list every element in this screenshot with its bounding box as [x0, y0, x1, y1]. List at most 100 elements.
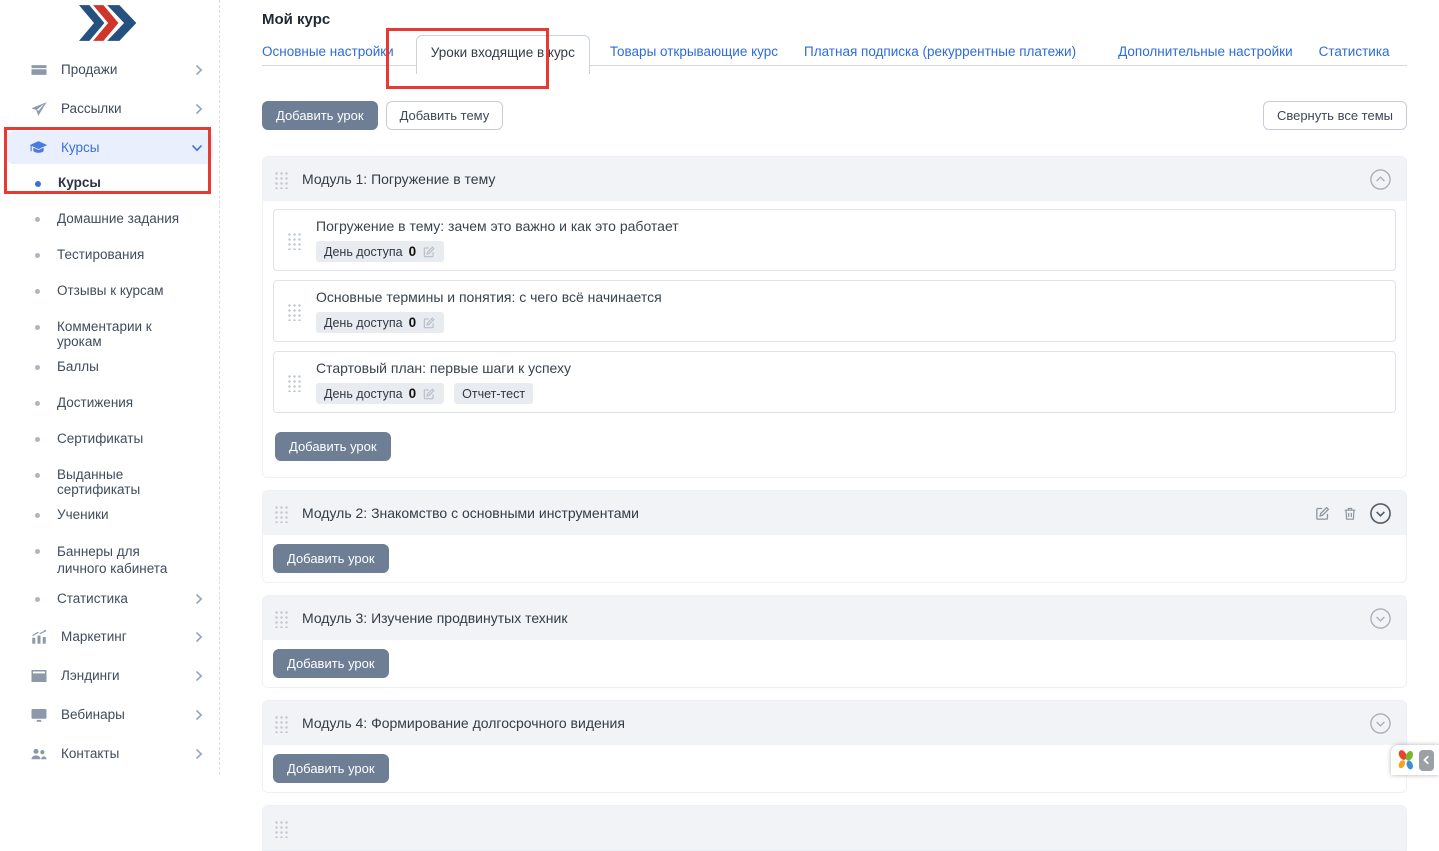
sidebar-item-label: Маркетинг [61, 629, 127, 644]
bar-chart-icon [29, 627, 48, 646]
bullet-dot-icon [35, 473, 40, 478]
sidebar-item-sales[interactable]: Продажи [0, 50, 219, 89]
sidebar-subitem-label: Ученики [57, 507, 109, 522]
sidebar-subitem-statistics[interactable]: Статистика [0, 581, 219, 617]
drag-handle-icon[interactable] [273, 503, 290, 523]
collapse-module-icon[interactable] [1369, 168, 1392, 191]
sidebar-item-label: Продажи [61, 62, 118, 77]
module-1: Модуль 1: Погружение в тему Погружение в… [262, 156, 1407, 478]
sidebar-item-mailings[interactable]: Рассылки [0, 89, 219, 128]
chevron-right-icon [195, 709, 203, 721]
tab-course-lessons[interactable]: Уроки входящие в курс [415, 35, 590, 74]
add-lesson-button[interactable]: Добавить урок [273, 544, 389, 573]
sidebar-item-label: Рассылки [61, 101, 122, 116]
browser-extension-widget[interactable] [1391, 745, 1439, 775]
expand-module-icon[interactable] [1369, 502, 1392, 525]
access-day-value: 0 [408, 386, 417, 401]
sidebar-item-webinars[interactable]: Вебинары [0, 695, 219, 734]
module-2-body: Добавить урок [263, 535, 1406, 582]
collapse-all-themes-button[interactable]: Свернуть все темы [1262, 101, 1407, 130]
module-3: Модуль 3: Изучение продвинутых техник До… [262, 595, 1407, 688]
sidebar-subitem-issued-certificates[interactable]: Выданные сертификаты [0, 457, 219, 497]
module-1-body: Погружение в тему: зачем это важно и как… [263, 201, 1406, 477]
module-4: Модуль 4: Формирование долгосрочного вид… [262, 700, 1407, 793]
module-3-header[interactable]: Модуль 3: Изучение продвинутых техник [263, 596, 1406, 640]
sidebar-item-landings[interactable]: Лэндинги [0, 656, 219, 695]
bullet-dot-icon [35, 513, 40, 518]
graduation-cap-icon [29, 138, 48, 157]
sidebar-subitem-course-reviews[interactable]: Отзывы к курсам [0, 273, 219, 309]
lesson-title: Основные термины и понятия: с чего всё н… [316, 289, 662, 305]
sidebar-subitem-label: Баллы [57, 359, 99, 374]
lesson-card[interactable]: Погружение в тему: зачем это важно и как… [273, 209, 1396, 271]
bullet-dot-icon [35, 217, 40, 222]
edit-module-icon[interactable] [1314, 505, 1331, 522]
widget-collapse-button[interactable] [1419, 749, 1434, 771]
sidebar-subitem-homework[interactable]: Домашние задания [0, 201, 219, 237]
chevron-right-icon [195, 593, 203, 605]
module-5 [262, 805, 1407, 851]
sidebar-subitem-banners[interactable]: Баннеры для личного кабинета [0, 533, 219, 581]
tab-opening-products[interactable]: Товары открывающие курс [610, 35, 778, 59]
edit-icon[interactable] [422, 387, 436, 401]
bullet-dot-icon [35, 181, 41, 187]
drag-handle-icon[interactable] [286, 372, 303, 392]
drag-handle-icon[interactable] [273, 818, 290, 838]
sidebar-item-courses[interactable]: Курсы [6, 131, 213, 164]
expand-module-icon[interactable] [1369, 607, 1392, 630]
access-day-badge[interactable]: День доступа 0 [316, 241, 445, 262]
access-day-value: 0 [408, 244, 417, 259]
module-2: Модуль 2: Знакомство с основными инструм… [262, 490, 1407, 583]
module-title: Модуль 4: Формирование долгосрочного вид… [302, 715, 625, 731]
sidebar-subitem-certificates[interactable]: Сертификаты [0, 421, 219, 457]
add-lesson-button[interactable]: Добавить урок [273, 754, 389, 783]
sidebar-subitem-label: Статистика [57, 591, 128, 606]
sidebar-subitem-points[interactable]: Баллы [0, 349, 219, 385]
edit-icon[interactable] [422, 245, 436, 259]
drag-handle-icon[interactable] [286, 301, 303, 321]
module-list: Модуль 1: Погружение в тему Погружение в… [262, 156, 1407, 851]
tab-basic-settings[interactable]: Основные настройки [262, 35, 394, 59]
add-lesson-button[interactable]: Добавить урок [275, 432, 391, 461]
bullet-dot-icon [35, 253, 40, 258]
drag-handle-icon[interactable] [273, 608, 290, 628]
sidebar-subitem-courses[interactable]: Курсы [0, 165, 219, 201]
lesson-card[interactable]: Стартовый план: первые шаги к успеху Ден… [273, 351, 1396, 413]
tab-statistics[interactable]: Статистика [1319, 35, 1390, 59]
report-test-badge[interactable]: Отчет-тест [454, 383, 534, 404]
sidebar-subitem-achievements[interactable]: Достижения [0, 385, 219, 421]
sidebar-subitem-label: Домашние задания [57, 211, 180, 226]
add-theme-button[interactable]: Добавить тему [385, 101, 504, 130]
edit-icon[interactable] [422, 316, 436, 330]
add-lesson-button[interactable]: Добавить урок [273, 649, 389, 678]
sidebar: Продажи Рассылки Курсы Курсы Домашние за… [0, 0, 220, 775]
module-1-header[interactable]: Модуль 1: Погружение в тему [263, 157, 1406, 201]
sidebar-item-marketing[interactable]: Маркетинг [0, 617, 219, 656]
drag-handle-icon[interactable] [273, 713, 290, 733]
sidebar-subitem-lesson-comments[interactable]: Комментарии к урокам [0, 309, 219, 349]
paper-plane-icon [29, 99, 48, 118]
access-day-badge[interactable]: День доступа 0 [316, 383, 445, 404]
module-3-body: Добавить урок [263, 640, 1406, 687]
module-2-header[interactable]: Модуль 2: Знакомство с основными инструм… [263, 491, 1406, 535]
credit-card-icon [29, 60, 48, 79]
module-4-header[interactable]: Модуль 4: Формирование долгосрочного вид… [263, 701, 1406, 745]
bullet-dot-icon [35, 597, 40, 602]
tab-additional-settings[interactable]: Дополнительные настройки [1118, 35, 1293, 59]
sidebar-subitem-tests[interactable]: Тестирования [0, 237, 219, 273]
tab-paid-subscription[interactable]: Платная подписка (рекуррентные платежи) [804, 35, 1076, 59]
add-lesson-button[interactable]: Добавить урок [262, 101, 378, 130]
expand-module-icon[interactable] [1369, 712, 1392, 735]
drag-handle-icon[interactable] [286, 230, 303, 250]
module-5-header[interactable] [263, 806, 1406, 850]
lesson-card[interactable]: Основные термины и понятия: с чего всё н… [273, 280, 1396, 342]
access-day-value: 0 [408, 315, 417, 330]
sidebar-subitem-students[interactable]: Ученики [0, 497, 219, 533]
access-day-badge[interactable]: День доступа 0 [316, 312, 445, 333]
sidebar-item-contacts[interactable]: Контакты [0, 734, 219, 773]
sidebar-subitem-label: Тестирования [57, 247, 145, 262]
bullet-dot-icon [35, 325, 40, 330]
drag-handle-icon[interactable] [273, 169, 290, 189]
delete-module-icon[interactable] [1342, 505, 1358, 522]
app-logo[interactable] [0, 0, 219, 50]
